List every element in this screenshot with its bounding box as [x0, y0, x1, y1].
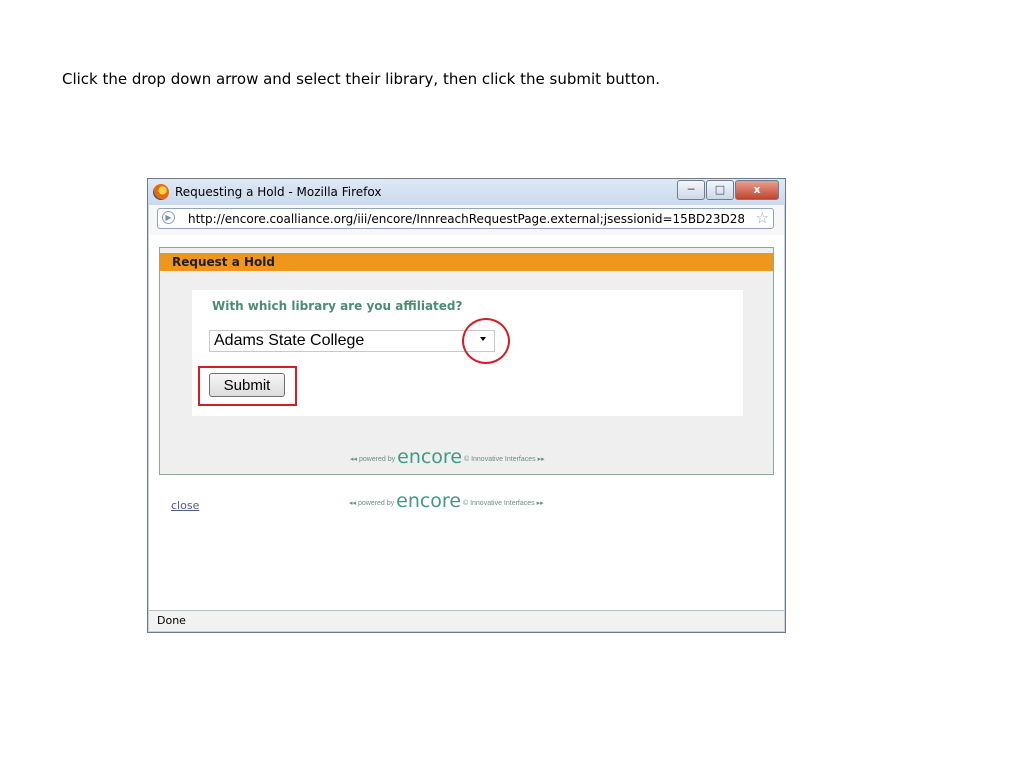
- encore-logo: encore: [397, 446, 463, 468]
- powered-prefix: ◂◂ powered by: [350, 456, 396, 463]
- site-identity-icon[interactable]: ▶: [162, 211, 175, 224]
- library-select-value: Adams State College: [214, 332, 365, 349]
- title-bar: Requesting a Hold - Mozilla Firefox ─ □ …: [148, 179, 785, 205]
- url-text[interactable]: http://encore.coalliance.org/iii/encore/…: [188, 212, 744, 226]
- maximize-button[interactable]: □: [706, 180, 734, 200]
- window-controls: ─ □ x: [677, 180, 779, 200]
- powered-suffix: © Innovative Interfaces ▸▸: [463, 456, 545, 463]
- powered-prefix-outer: ◂◂ powered by: [349, 500, 395, 507]
- browser-window: Requesting a Hold - Mozilla Firefox ─ □ …: [147, 178, 786, 633]
- status-bar: Done: [149, 610, 784, 631]
- dropdown-highlight-circle: [462, 318, 510, 364]
- minimize-button[interactable]: ─: [677, 180, 705, 200]
- request-frame: Request a Hold With which library are yo…: [159, 247, 774, 475]
- encore-logo-outer: encore: [396, 490, 462, 512]
- form-panel: With which library are you affiliated? A…: [192, 290, 743, 416]
- powered-by-footer-outer: ◂◂ powered by encore © Innovative Interf…: [349, 490, 544, 512]
- submit-button[interactable]: Submit: [209, 373, 285, 397]
- bookmark-star-icon[interactable]: ☆: [756, 209, 769, 227]
- library-select[interactable]: Adams State College: [209, 330, 495, 352]
- page-content: Request a Hold With which library are yo…: [149, 235, 784, 611]
- request-hold-header: Request a Hold: [160, 253, 773, 271]
- library-question: With which library are you affiliated?: [212, 299, 463, 313]
- status-text: Done: [157, 614, 186, 627]
- powered-suffix-outer: © Innovative Interfaces ▸▸: [462, 500, 544, 507]
- instruction-text: Click the drop down arrow and select the…: [62, 70, 661, 88]
- close-window-button[interactable]: x: [735, 180, 779, 200]
- close-link[interactable]: close: [171, 499, 199, 512]
- powered-by-footer: ◂◂ powered by encore © Innovative Interf…: [350, 446, 545, 468]
- address-bar[interactable]: ▶ http://encore.coalliance.org/iii/encor…: [157, 208, 774, 229]
- firefox-icon: [153, 184, 169, 200]
- window-title: Requesting a Hold - Mozilla Firefox: [175, 185, 382, 199]
